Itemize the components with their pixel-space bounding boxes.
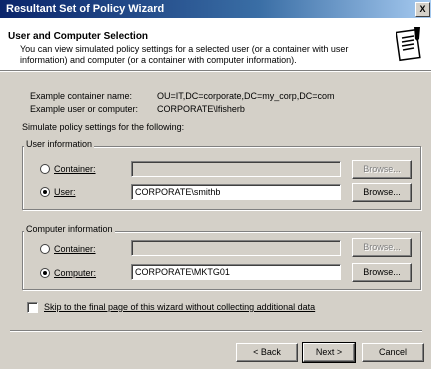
user-info-group-label: User information <box>24 139 95 149</box>
wizard-document-icon <box>396 27 421 62</box>
computer-info-group-label: Computer information <box>24 224 115 234</box>
close-icon[interactable]: X <box>415 2 430 17</box>
computer-container-label: Container: <box>54 244 96 254</box>
next-button[interactable]: Next > <box>302 342 356 363</box>
example-user-label: Example user or computer: <box>30 104 139 114</box>
user-radio[interactable] <box>40 187 50 197</box>
back-button[interactable]: < Back <box>236 343 298 362</box>
window-title: Resultant Set of Policy Wizard <box>6 3 165 15</box>
example-user-value: CORPORATE\lfisherb <box>157 104 245 114</box>
user-container-browse-button[interactable]: Browse... <box>352 160 412 179</box>
user-container-label: Container: <box>54 164 96 174</box>
user-browse-button[interactable]: Browse... <box>352 183 412 202</box>
header-separator <box>0 71 431 72</box>
computer-label: Computer: <box>54 268 97 278</box>
cancel-button[interactable]: Cancel <box>362 343 424 362</box>
computer-container-browse-button[interactable]: Browse... <box>352 238 412 257</box>
example-container-label: Example container name: <box>30 91 133 101</box>
simulate-text: Simulate policy settings for the followi… <box>22 122 185 132</box>
computer-radio[interactable] <box>40 268 50 278</box>
computer-container-field[interactable] <box>131 240 341 256</box>
user-field[interactable]: CORPORATE\smithb <box>131 184 341 200</box>
computer-container-radio[interactable] <box>40 244 50 254</box>
wizard-header: User and Computer Selection You can view… <box>0 18 431 71</box>
user-container-field[interactable] <box>131 161 341 177</box>
skip-checkbox-label: Skip to the final page of this wizard wi… <box>44 302 316 312</box>
button-separator <box>10 330 422 332</box>
computer-field[interactable]: CORPORATE\MKTG01 <box>131 264 341 280</box>
computer-browse-button[interactable]: Browse... <box>352 263 412 282</box>
skip-checkbox[interactable] <box>27 302 38 313</box>
user-container-radio[interactable] <box>40 164 50 174</box>
example-container-value: OU=IT,DC=corporate,DC=my_corp,DC=com <box>157 91 335 101</box>
title-bar: Resultant Set of Policy Wizard X <box>0 0 431 18</box>
page-description: You can view simulated policy settings f… <box>20 44 349 65</box>
page-title: User and Computer Selection <box>8 31 149 42</box>
user-label: User: <box>54 187 76 197</box>
